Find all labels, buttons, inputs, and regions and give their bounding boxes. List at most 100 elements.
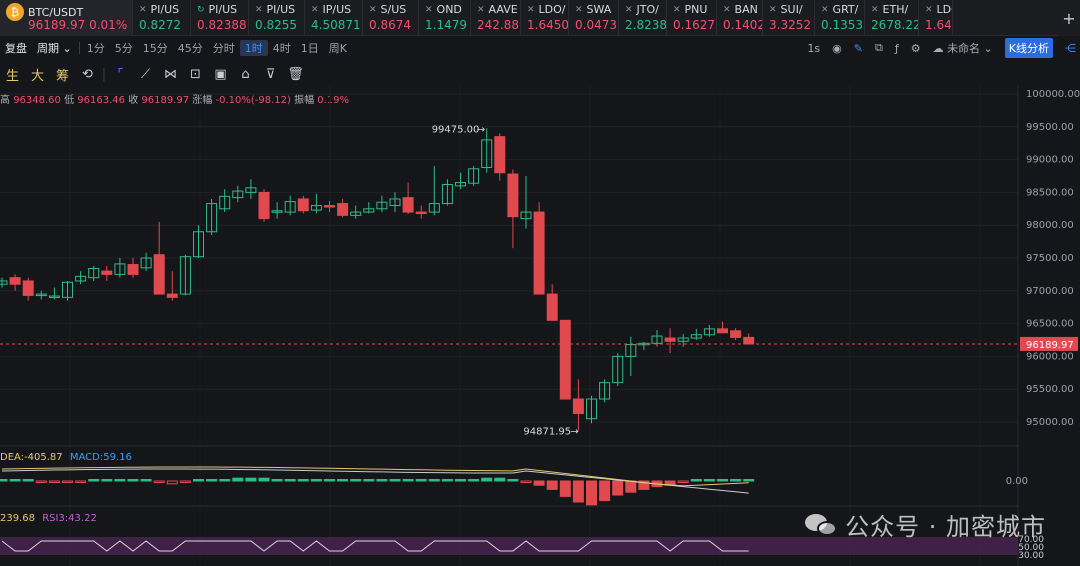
interval-6[interactable]: 4时 [268,40,296,56]
rsi-legend: 239.68 RSI3:43.22 [0,513,97,524]
swap-icon: ↻ [197,4,205,15]
ticker-price: 96189.97 [28,18,86,32]
cross-icon: ✕ [871,4,879,15]
macd-bar [468,479,480,482]
period-dropdown[interactable]: 周期 ⌄ [32,40,77,56]
indicator-icon[interactable]: ⟲ [75,67,100,82]
cross-icon: ✕ [139,4,147,15]
filter-icon[interactable]: ⊽ [258,67,283,82]
low-annotation: 94871.95 [523,426,571,437]
candle-body [153,254,165,295]
macd-bar [717,479,728,482]
interval-0[interactable]: 1分 [82,40,110,56]
macd-bar [62,480,73,483]
rsi-left-value: 239.68 [0,513,35,524]
ticker-item[interactable]: ✕ SWA 0.0473 [569,0,619,36]
ticker-item[interactable]: ✕PNU 0.16273 [667,0,717,36]
ticker-symbol: BAN [734,3,758,16]
ticker-item[interactable]: ✕ OND 1.1479 [419,0,471,36]
share-icon[interactable]: ⋲ [1065,42,1076,55]
tool-text-3[interactable]: 筹 [50,65,75,84]
indicator-settings-icon[interactable]: ƒ [895,42,899,55]
ticker-item[interactable]: ✕ JTO/2.8238 [619,0,667,36]
ticker-item[interactable]: ↻ PI/US 0.82388 [191,0,249,36]
ruler-icon[interactable]: ⟋ [133,67,158,82]
macd-zero-label: 0.00 [1005,476,1028,487]
ticker-symbol: IP/US [322,3,352,16]
camera-icon[interactable]: ◉ [832,42,842,55]
macd-bar [376,479,388,482]
ticker-price: 1.646 2 [925,18,952,32]
ticker-item[interactable]: ✕GRT/0.13535 [815,0,865,36]
magnet-icon[interactable]: ⌂ [233,67,258,82]
ticker-item[interactable]: ✕ PI/US 0.8272 [133,0,191,36]
tool-text-2[interactable]: 大 [25,65,50,84]
ticker-price: 0.16273 [673,18,716,32]
interval-4[interactable]: 分时 [208,40,240,56]
note-icon[interactable]: ▣ [208,67,233,82]
macd-bar [455,479,466,482]
price-tick-label: 98500.00 [1026,187,1074,198]
interval-2[interactable]: 15分 [138,40,173,56]
macd-bar [75,480,87,483]
interval-1[interactable]: 5分 [110,40,138,56]
interval-5[interactable]: 1时 [239,40,268,56]
layout-dropdown[interactable]: ☁ 未命名 ⌄ [933,40,993,56]
lock-icon[interactable]: ⊡ [183,67,208,82]
edit-icon[interactable]: ✎ [854,42,863,55]
macd-bar [22,479,34,482]
ticker-price: 0.8272 [139,18,181,32]
candle-body [0,280,8,285]
interval-8[interactable]: 周K [324,40,352,56]
cross-icon: ✕ [311,4,319,15]
current-price-label: 96189.97 [1026,340,1074,351]
ticker-symbol: ETH/ [882,3,909,16]
ticker-item[interactable]: ✕ PI/US 0.8255 [249,0,305,36]
ticker-item[interactable]: ✕ S/US 0.8674 [363,0,419,36]
ticker-item[interactable]: ✕ ETH/2678.22 [865,0,919,36]
ticker-item[interactable]: ✕LDO/1.646 2 [919,0,953,36]
candle-body [415,211,427,215]
ticker-symbol: PI/US [266,3,296,16]
replay-button[interactable]: 复盘 [0,40,32,56]
cross-icon: ✕ [723,4,731,15]
crosshair-icon[interactable]: ⌜ [108,67,133,82]
macd-bar [415,479,427,482]
ticker-price: 4.50871 [311,18,361,32]
cross-icon: ✕ [527,4,535,15]
macd-label: MACD: [69,452,104,463]
macd-bar [245,477,257,482]
ticker-item[interactable]: ✕ AAVE 242.88 [471,0,521,36]
rsi-value: 43.22 [68,513,97,524]
ticker-item[interactable]: ✕ IP/US 4.50871 [305,0,363,36]
ticker-symbol: GRT/ [832,3,859,16]
divider: | [101,66,107,82]
cross-icon: ✕ [925,4,933,15]
seconds-toggle[interactable]: 1s [807,42,820,55]
ticker-item[interactable]: ✕ LDO/1.6450 [521,0,569,36]
add-ticker-button[interactable]: + [1058,0,1080,36]
price-tick-label: 98000.00 [1026,220,1074,231]
ticker-bar: ₿ BTC/USDT 96189.97 0.01% ✕ PI/US 0.8272 ↻ P… [0,0,1080,36]
macd-bar [179,480,191,483]
candlestick-chart[interactable]: 100000.00 99500.00 99000.00 98500.00 98000.0… [0,86,1080,566]
macd-dea-line [1,466,749,487]
macd-bar [219,479,231,482]
macd-bar [743,479,755,482]
ticker-item-btc[interactable]: ₿ BTC/USDT 96189.97 0.01% [0,0,133,36]
rsi-label: RSI3: [42,513,69,524]
chart-toolbar-right: 1s ◉ ✎ ⧉ ƒ ⚙ ☁ 未命名 ⌄ K线分析 ⋲ [807,37,1076,59]
ticker-symbol: PI/US [208,3,238,16]
k-analysis-button[interactable]: K线分析 [1004,38,1053,58]
tool-text-1[interactable]: 生 [0,65,25,84]
interval-7[interactable]: 1日 [296,40,324,56]
settings-icon[interactable]: ⚙ [911,42,921,55]
macd-bar [35,480,47,483]
trash-icon[interactable]: 🗑 [283,67,308,82]
interval-3[interactable]: 45分 [173,40,208,56]
ticker-item[interactable]: ✕ SUI/3.3252 [763,0,815,36]
pattern-icon[interactable]: ⋈ [158,67,183,82]
template-icon[interactable]: ⧉ [875,41,883,55]
macd-bar [271,479,283,482]
ticker-item[interactable]: ✕ BAN 0.1402 [717,0,763,36]
